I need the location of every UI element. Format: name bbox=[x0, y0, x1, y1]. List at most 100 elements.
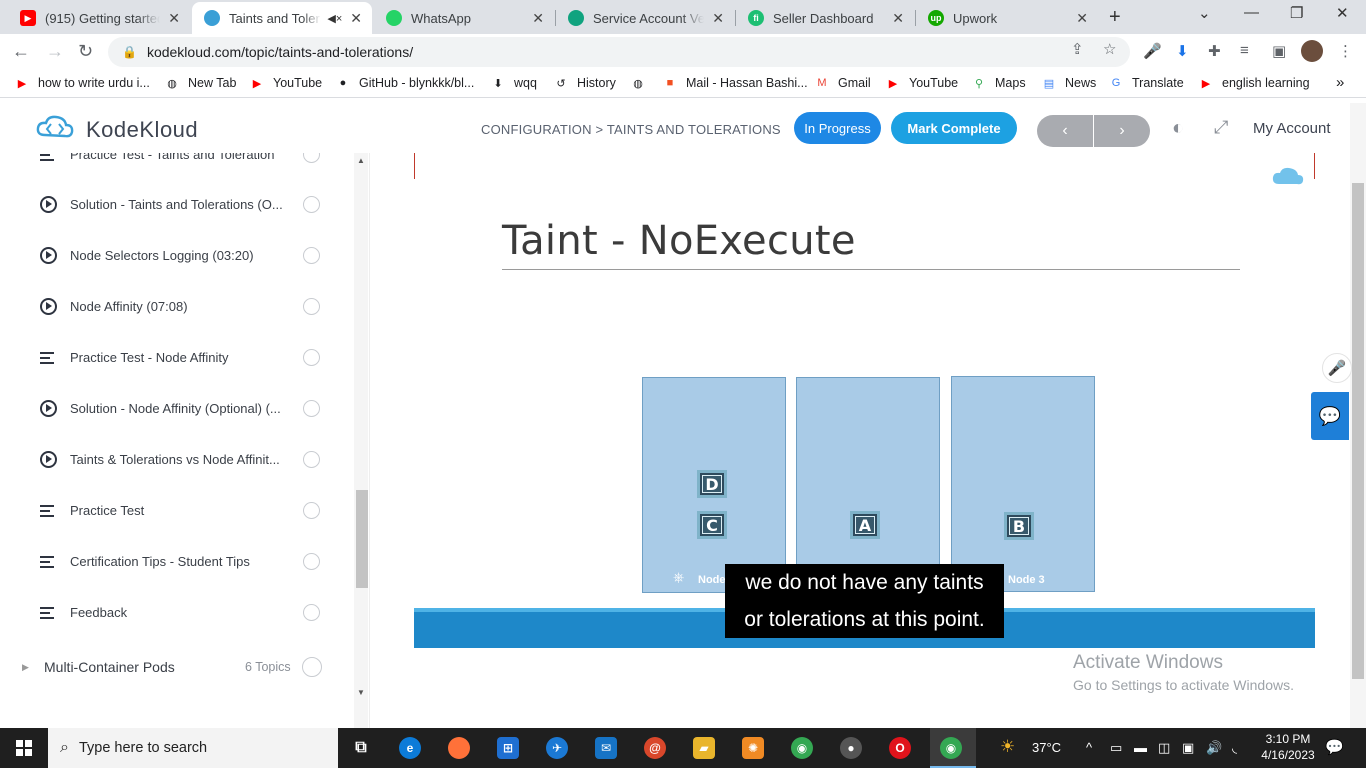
tab-kodekloud[interactable]: Taints and Tolerati ◀× ✕ bbox=[192, 2, 372, 34]
bookmark-item[interactable]: ▶ how to write urdu i... bbox=[14, 76, 150, 90]
close-icon[interactable]: ✕ bbox=[532, 10, 544, 27]
lesson-item[interactable]: Node Affinity (07:08) bbox=[0, 286, 350, 326]
lesson-status-circle[interactable] bbox=[303, 450, 320, 468]
windows-start-icon[interactable] bbox=[16, 740, 32, 756]
opera-icon[interactable]: O bbox=[889, 737, 911, 759]
close-icon[interactable]: ✕ bbox=[1076, 10, 1088, 27]
voice-mic-icon[interactable]: 🎤 bbox=[1322, 353, 1352, 383]
tab-search-chevron-icon[interactable]: ⌄ bbox=[1198, 4, 1211, 22]
lesson-item[interactable]: Node Selectors Logging (03:20) bbox=[0, 235, 350, 275]
tab-whatsapp[interactable]: WhatsApp ✕ bbox=[374, 2, 554, 34]
close-icon[interactable]: ✕ bbox=[892, 10, 904, 27]
bookmark-item[interactable]: ▶ YouTube bbox=[249, 76, 322, 90]
lesson-item[interactable]: Practice Test - Node Affinity bbox=[0, 337, 350, 377]
lesson-status-circle[interactable] bbox=[303, 348, 320, 366]
bookmark-item[interactable]: G Translate bbox=[1108, 76, 1184, 90]
camera-icon[interactable]: ▣ bbox=[1182, 740, 1194, 756]
extensions-puzzle-icon[interactable]: ✚ bbox=[1208, 42, 1221, 60]
bookmark-item[interactable]: M Gmail bbox=[814, 76, 870, 90]
restore-icon[interactable]: ❐ bbox=[1290, 4, 1303, 22]
window-close-icon[interactable]: ✕ bbox=[1336, 4, 1349, 22]
reload-icon[interactable]: ↻ bbox=[78, 41, 93, 62]
chrome-icon[interactable]: ◉ bbox=[791, 737, 813, 759]
bookmark-item[interactable]: ■ Mail - Hassan Bashi... bbox=[662, 76, 808, 90]
lesson-status-circle[interactable] bbox=[303, 153, 320, 163]
network-icon[interactable]: ▬ bbox=[1134, 740, 1147, 755]
lesson-item[interactable]: Solution - Node Affinity (Optional) (... bbox=[0, 388, 350, 428]
tray-chevron-icon[interactable]: ^ bbox=[1086, 740, 1092, 755]
mark-complete-button[interactable]: Mark Complete bbox=[891, 112, 1017, 144]
lesson-item[interactable]: Certification Tips - Student Tips bbox=[0, 541, 350, 581]
settings-gear-app-icon[interactable]: ✺ bbox=[742, 737, 764, 759]
chat-bubble-icon[interactable]: 💬 bbox=[1311, 392, 1349, 440]
bookmark-item[interactable]: ▶ english learning bbox=[1198, 76, 1310, 90]
battery-icon[interactable]: ▭ bbox=[1110, 740, 1122, 756]
bookmark-star-icon[interactable]: ☆ bbox=[1103, 40, 1116, 58]
tab-fiverr[interactable]: fi Seller Dashboard ✕ bbox=[736, 2, 914, 34]
bookmark-item[interactable]: ◍ New Tab bbox=[164, 76, 236, 90]
dark-mode-moon-icon[interactable]: ◐ bbox=[1172, 117, 1184, 140]
forward-icon[interactable]: → bbox=[46, 41, 64, 62]
notification-center-icon[interactable]: 💬 bbox=[1325, 738, 1344, 756]
bookmark-item[interactable]: ⚲ Maps bbox=[971, 76, 1026, 90]
section-status-circle[interactable] bbox=[302, 657, 322, 677]
lesson-item[interactable]: Feedback bbox=[0, 592, 350, 632]
bookmark-item[interactable]: ▶ YouTube bbox=[885, 76, 958, 90]
next-lesson-button[interactable]: › bbox=[1094, 115, 1150, 147]
lesson-status-circle[interactable] bbox=[303, 552, 320, 570]
close-icon[interactable]: ✕ bbox=[350, 10, 362, 27]
telegram-icon[interactable]: ✈ bbox=[546, 737, 568, 759]
lesson-status-circle[interactable] bbox=[303, 501, 320, 519]
file-explorer-icon[interactable]: ▰ bbox=[693, 737, 715, 759]
address-bar[interactable]: 🔒 kodekloud.com/topic/taints-and-tolerat… bbox=[108, 37, 1130, 67]
mic-extension-icon[interactable]: 🎤 bbox=[1143, 42, 1162, 60]
expand-triangle-icon[interactable]: ▶ bbox=[22, 662, 29, 673]
status-badge[interactable]: In Progress bbox=[794, 112, 881, 144]
taskbar-search-box[interactable]: ⌕ Type here to search bbox=[48, 728, 338, 768]
edge-icon[interactable]: e bbox=[399, 737, 421, 759]
lesson-status-circle[interactable] bbox=[303, 603, 320, 621]
sidebar-scrollbar-thumb[interactable] bbox=[356, 490, 368, 588]
chrome-profile-icon[interactable]: ◉ bbox=[940, 737, 962, 759]
wifi-icon[interactable]: ◟ bbox=[1232, 740, 1237, 756]
mail-icon[interactable]: ✉ bbox=[595, 737, 617, 759]
lesson-item[interactable]: Practice Test - Taints and Toleration bbox=[0, 153, 350, 174]
bookmarks-overflow-icon[interactable]: » bbox=[1336, 74, 1344, 91]
system-clock[interactable]: 3:10 PM 4/16/2023 bbox=[1257, 731, 1319, 763]
bookmark-item[interactable]: ▤ News bbox=[1041, 76, 1096, 90]
lesson-status-circle[interactable] bbox=[303, 246, 320, 264]
logo-text[interactable]: KodeKloud bbox=[86, 117, 198, 143]
new-tab-icon[interactable]: + bbox=[1109, 6, 1121, 29]
store-icon[interactable]: ⊞ bbox=[497, 737, 519, 759]
bookmark-item[interactable]: ↺ History bbox=[553, 76, 616, 90]
scroll-up-arrow-icon[interactable]: ▲ bbox=[357, 156, 365, 165]
sidebar-scrollbar[interactable] bbox=[354, 153, 368, 728]
profile-avatar[interactable] bbox=[1301, 40, 1323, 62]
volume-icon[interactable]: 🔊 bbox=[1206, 740, 1222, 756]
lesson-status-circle[interactable] bbox=[303, 195, 320, 213]
close-icon[interactable]: ✕ bbox=[712, 10, 724, 27]
lesson-item[interactable]: Solution - Taints and Tolerations (O... bbox=[0, 184, 350, 224]
side-panel-icon[interactable]: ▣ bbox=[1272, 42, 1286, 60]
close-icon[interactable]: ✕ bbox=[168, 10, 180, 27]
download-extension-icon[interactable]: ⬇ bbox=[1176, 42, 1189, 60]
bookmark-item[interactable]: ◍ bbox=[630, 76, 654, 90]
temperature[interactable]: 37°C bbox=[1032, 740, 1061, 755]
tab-youtube[interactable]: ▶ (915) Getting started w ✕ bbox=[8, 2, 190, 34]
speaker-muted-icon[interactable]: ◀× bbox=[327, 12, 342, 25]
lesson-item[interactable]: Taints & Tolerations vs Node Affinit... bbox=[0, 439, 350, 479]
bookmark-item[interactable]: ● GitHub - blynkkk/bl... bbox=[335, 76, 475, 90]
menu-kebab-icon[interactable]: ⋮ bbox=[1338, 42, 1353, 60]
share-icon[interactable]: ⇪ bbox=[1071, 40, 1084, 58]
media-queue-icon[interactable]: ≡ bbox=[1240, 42, 1249, 59]
task-view-icon[interactable]: ⧉ bbox=[350, 737, 372, 759]
minimize-icon[interactable]: — bbox=[1244, 4, 1259, 21]
lesson-status-circle[interactable] bbox=[303, 297, 320, 315]
back-icon[interactable]: ← bbox=[12, 41, 30, 62]
scroll-down-arrow-icon[interactable]: ▼ bbox=[357, 688, 365, 697]
tab-upwork[interactable]: up Upwork ✕ bbox=[916, 2, 1098, 34]
section-multi-container-pods[interactable]: ▶ Multi-Container Pods 6 Topics bbox=[0, 649, 350, 689]
fullscreen-expand-icon[interactable]: ⤢ bbox=[1214, 117, 1228, 138]
bookmark-item[interactable]: ⬇ wqq bbox=[490, 76, 537, 90]
my-account-link[interactable]: My Account bbox=[1253, 120, 1331, 137]
